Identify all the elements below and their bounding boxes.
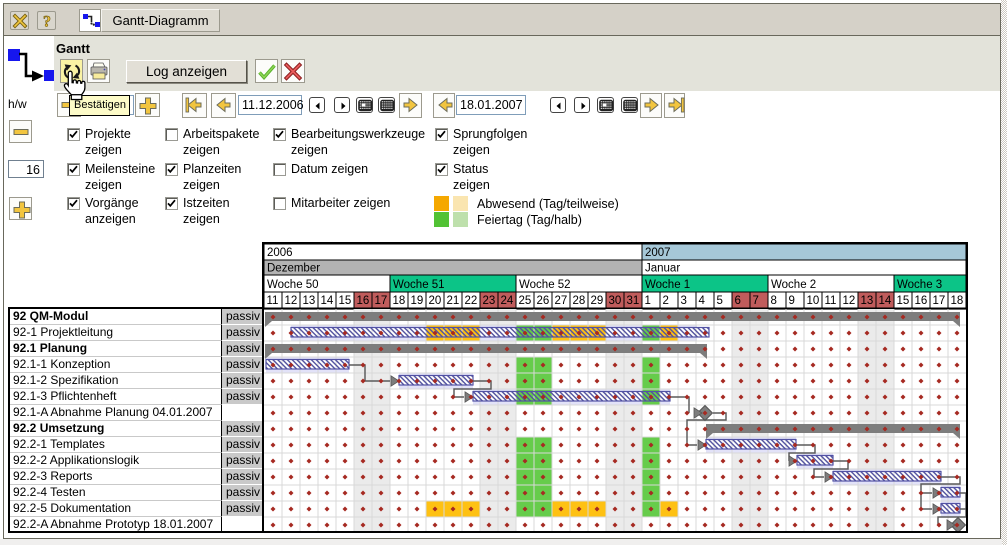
svg-text:2: 2 <box>663 295 669 307</box>
svg-text:11: 11 <box>825 295 837 307</box>
svg-text:2006: 2006 <box>267 247 293 259</box>
svg-text:Woche 52: Woche 52 <box>519 279 571 291</box>
svg-text:Dezember: Dezember <box>267 263 320 275</box>
svg-text:Woche 50: Woche 50 <box>267 279 319 291</box>
svg-text:7: 7 <box>753 295 759 307</box>
svg-text:24: 24 <box>501 295 514 307</box>
svg-text:31: 31 <box>627 295 640 307</box>
svg-text:5: 5 <box>717 295 723 307</box>
svg-text:30: 30 <box>609 295 622 307</box>
svg-text:12: 12 <box>285 295 298 307</box>
svg-text:18: 18 <box>393 295 406 307</box>
svg-text:Januar: Januar <box>645 263 680 275</box>
svg-text:3: 3 <box>681 295 687 307</box>
svg-text:26: 26 <box>537 295 550 307</box>
svg-text:Woche 3: Woche 3 <box>897 279 942 291</box>
svg-text:17: 17 <box>375 295 388 307</box>
svg-text:?: ? <box>43 14 51 31</box>
svg-text:Woche 51: Woche 51 <box>393 279 445 291</box>
svg-text:6: 6 <box>735 295 741 307</box>
svg-text:13: 13 <box>861 295 874 307</box>
svg-text:14: 14 <box>321 295 334 307</box>
svg-text:28: 28 <box>573 295 586 307</box>
svg-text:4: 4 <box>699 295 706 307</box>
svg-text:10: 10 <box>807 295 820 307</box>
svg-text:16: 16 <box>357 295 370 307</box>
svg-text:9: 9 <box>789 295 795 307</box>
svg-text:2007: 2007 <box>645 247 671 259</box>
svg-text:15: 15 <box>897 295 910 307</box>
svg-text:12: 12 <box>843 295 856 307</box>
svg-text:Woche 1: Woche 1 <box>645 279 690 291</box>
svg-text:27: 27 <box>555 295 568 307</box>
svg-text:Woche 2: Woche 2 <box>771 279 816 291</box>
svg-text:20: 20 <box>429 295 442 307</box>
svg-text:19: 19 <box>411 295 424 307</box>
svg-text:13: 13 <box>303 295 316 307</box>
svg-text:16: 16 <box>915 295 928 307</box>
svg-text:15: 15 <box>339 295 352 307</box>
svg-text:1: 1 <box>645 295 651 307</box>
svg-text:11: 11 <box>267 295 279 307</box>
svg-text:8: 8 <box>771 295 777 307</box>
svg-text:14: 14 <box>879 295 892 307</box>
svg-text:22: 22 <box>465 295 478 307</box>
svg-text:25: 25 <box>519 295 532 307</box>
svg-text:18: 18 <box>951 295 964 307</box>
svg-text:21: 21 <box>447 295 460 307</box>
svg-text:23: 23 <box>483 295 496 307</box>
svg-text:17: 17 <box>933 295 946 307</box>
svg-text:29: 29 <box>591 295 604 307</box>
